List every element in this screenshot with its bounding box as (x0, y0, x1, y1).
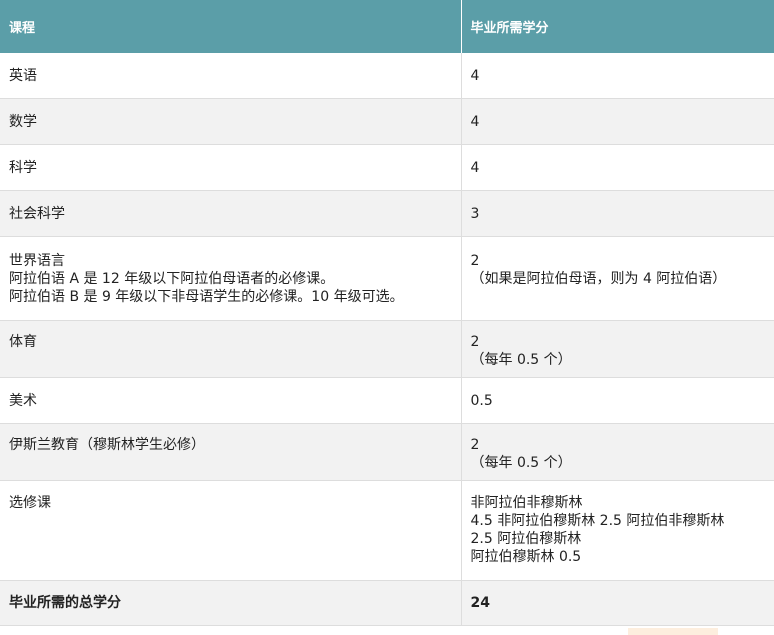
course-cell: 选修课 (0, 480, 461, 581)
course-name: 伊斯兰教育（穆斯林学生必修） (9, 437, 205, 453)
credits-line: 阿拉伯穆斯林 0.5 (470, 549, 582, 565)
total-row: 毕业所需的总学分 24 (0, 580, 774, 626)
credits-cell: 2 （每年 0.5 个） (460, 320, 774, 378)
credits-note: （每年 0.5 个） (470, 455, 572, 471)
credits-value: 0.5 (470, 392, 493, 409)
course-name: 选修课 (9, 495, 51, 511)
course-cell: 英语 (0, 53, 461, 99)
credits-cell: 3 (460, 190, 774, 237)
credits-note: （如果是阿拉伯母语，则为 4 阿拉伯语） (470, 271, 727, 287)
course-cell: 世界语言 阿拉伯语 A 是 12 年级以下阿拉伯母语者的必修课。 阿拉伯语 B … (0, 236, 461, 321)
course-note: 阿拉伯语 B 是 9 年级以下非母语学生的必修课。10 年级可选。 (9, 289, 404, 305)
total-value-cell: 24 (460, 580, 774, 626)
highlight-strip (628, 628, 718, 635)
credits-cell: 2 （每年 0.5 个） (460, 423, 774, 481)
credits-cell: 4 (460, 53, 774, 99)
credits-value: 2 (470, 437, 480, 453)
credits-cell: 0.5 (460, 377, 774, 424)
table-row: 世界语言 阿拉伯语 A 是 12 年级以下阿拉伯母语者的必修课。 阿拉伯语 B … (0, 236, 774, 321)
course-name: 社会科学 (9, 205, 65, 222)
course-name: 世界语言 (9, 253, 65, 269)
credits-value: 2 (470, 334, 480, 350)
total-label-cell: 毕业所需的总学分 (0, 580, 461, 626)
credits-cell: 非阿拉伯非穆斯林 4.5 非阿拉伯穆斯林 2.5 阿拉伯非穆斯林 2.5 阿拉伯… (460, 480, 774, 581)
total-label: 毕业所需的总学分 (9, 595, 121, 611)
table-row: 数学 4 (0, 98, 774, 145)
credits-value: 2 (470, 253, 480, 269)
credits-line: 4.5 非阿拉伯穆斯林 2.5 阿拉伯非穆斯林 (470, 513, 725, 529)
header-credits: 毕业所需学分 (460, 0, 774, 53)
credits-value: 3 (470, 205, 480, 222)
course-cell: 美术 (0, 377, 461, 424)
course-cell: 科学 (0, 144, 461, 191)
total-value: 24 (470, 595, 490, 611)
table-header-row: 课程 毕业所需学分 (0, 0, 774, 53)
table-row: 伊斯兰教育（穆斯林学生必修） 2 （每年 0.5 个） (0, 423, 774, 481)
table-row: 体育 2 （每年 0.5 个） (0, 320, 774, 378)
table-row: 英语 4 (0, 53, 774, 99)
credits-cell: 2 （如果是阿拉伯母语，则为 4 阿拉伯语） (460, 236, 774, 321)
graduation-credits-table: 课程 毕业所需学分 英语 4 数学 4 科学 4 社会科学 3 世界语言 阿拉伯… (0, 0, 774, 626)
course-name: 体育 (9, 334, 37, 350)
course-name: 英语 (9, 67, 37, 84)
table-row: 科学 4 (0, 144, 774, 191)
table-row: 美术 0.5 (0, 377, 774, 424)
course-cell: 社会科学 (0, 190, 461, 237)
credits-value: 4 (470, 159, 480, 176)
credits-cell: 4 (460, 98, 774, 145)
course-name: 数学 (9, 113, 37, 130)
table-row: 社会科学 3 (0, 190, 774, 237)
header-course: 课程 (0, 0, 461, 53)
table-row: 选修课 非阿拉伯非穆斯林 4.5 非阿拉伯穆斯林 2.5 阿拉伯非穆斯林 2.5… (0, 480, 774, 581)
credits-value: 4 (470, 67, 480, 84)
credits-line: 非阿拉伯非穆斯林 (470, 495, 583, 511)
course-cell: 数学 (0, 98, 461, 145)
course-cell: 伊斯兰教育（穆斯林学生必修） (0, 423, 461, 481)
course-note: 阿拉伯语 A 是 12 年级以下阿拉伯母语者的必修课。 (9, 271, 335, 287)
credits-cell: 4 (460, 144, 774, 191)
credits-value: 4 (470, 113, 480, 130)
course-cell: 体育 (0, 320, 461, 378)
course-name: 美术 (9, 392, 37, 409)
course-name: 科学 (9, 159, 37, 176)
credits-line: 2.5 阿拉伯穆斯林 (470, 531, 582, 547)
credits-note: （每年 0.5 个） (470, 352, 572, 368)
